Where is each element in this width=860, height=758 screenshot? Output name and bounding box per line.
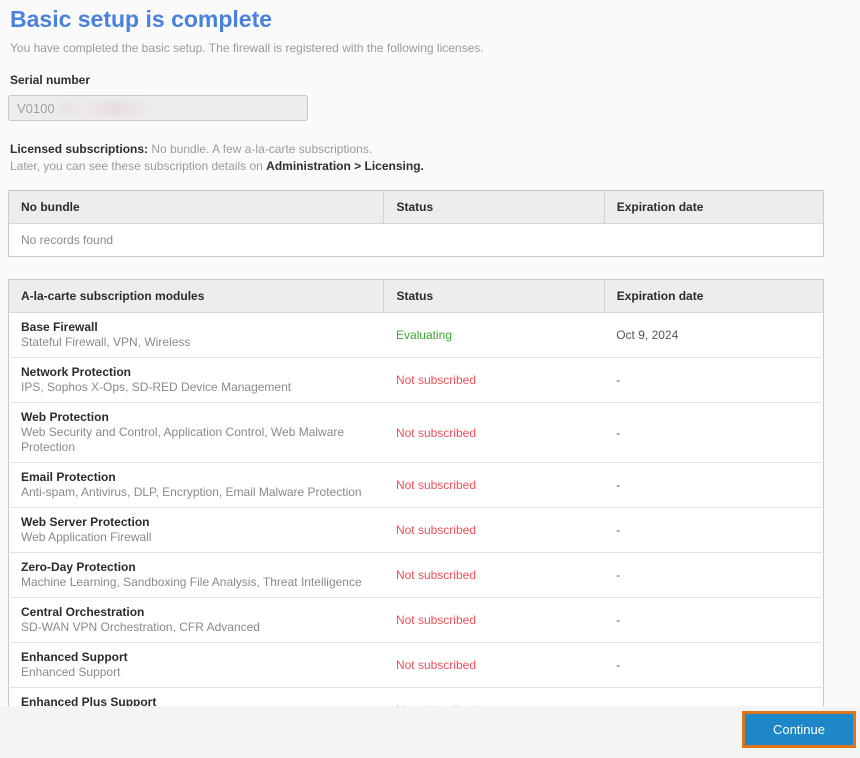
expiration-cell: - — [604, 403, 823, 463]
module-name: Web Server Protection — [21, 515, 372, 529]
licensed-subscriptions-line1: Licensed subscriptions: No bundle. A few… — [10, 141, 860, 158]
alacarte-table: A-la-carte subscription modules Status E… — [8, 279, 824, 733]
module-name: Zero-Day Protection — [21, 560, 372, 574]
module-name: Web Protection — [21, 410, 372, 424]
bundle-table-header-status: Status — [384, 191, 604, 224]
module-description: Machine Learning, Sandboxing File Analys… — [21, 575, 372, 590]
module-description: IPS, Sophos X-Ops, SD-RED Device Managem… — [21, 380, 372, 395]
module-name: Base Firewall — [21, 320, 372, 334]
alacarte-table-header-row: A-la-carte subscription modules Status E… — [9, 280, 824, 313]
status-cell: Evaluating — [384, 313, 604, 358]
expiration-cell: - — [604, 553, 823, 598]
serial-number-value: V0100 — [17, 101, 55, 116]
serial-number-redacted-blur — [58, 101, 150, 116]
setup-complete-page: Basic setup is complete You have complet… — [0, 6, 860, 733]
expiration-cell: - — [604, 358, 823, 403]
status-cell: Not subscribed — [384, 553, 604, 598]
serial-number-label: Serial number — [10, 73, 860, 87]
table-row: Network ProtectionIPS, Sophos X-Ops, SD-… — [9, 358, 824, 403]
module-description: Enhanced Support — [21, 665, 372, 680]
footer-bar: Continue — [0, 706, 860, 758]
module-cell: Email ProtectionAnti-spam, Antivirus, DL… — [9, 463, 384, 508]
page-subtitle: You have completed the basic setup. The … — [10, 41, 860, 55]
expiration-cell: - — [604, 508, 823, 553]
bundle-table: No bundle Status Expiration date No reco… — [8, 190, 824, 257]
module-cell: Enhanced SupportEnhanced Support — [9, 643, 384, 688]
licensed-subscriptions-summary: No bundle. A few a-la-carte subscription… — [148, 142, 372, 156]
page-title: Basic setup is complete — [10, 6, 860, 32]
expiration-cell: Oct 9, 2024 — [604, 313, 823, 358]
status-cell: Not subscribed — [384, 403, 604, 463]
bundle-table-header-expiration: Expiration date — [604, 191, 823, 224]
alacarte-table-header-status: Status — [384, 280, 604, 313]
module-cell: Central OrchestrationSD-WAN VPN Orchestr… — [9, 598, 384, 643]
table-row: Enhanced SupportEnhanced SupportNot subs… — [9, 643, 824, 688]
module-cell: Web ProtectionWeb Security and Control, … — [9, 403, 384, 463]
alacarte-table-header-expiration: Expiration date — [604, 280, 823, 313]
module-name: Email Protection — [21, 470, 372, 484]
module-description: Web Security and Control, Application Co… — [21, 425, 372, 455]
table-row: Base FirewallStateful Firewall, VPN, Wir… — [9, 313, 824, 358]
status-cell: Not subscribed — [384, 463, 604, 508]
alacarte-table-body: Base FirewallStateful Firewall, VPN, Wir… — [9, 313, 824, 733]
status-cell: Not subscribed — [384, 358, 604, 403]
alacarte-table-header-modules: A-la-carte subscription modules — [9, 280, 384, 313]
licensed-subscriptions-label: Licensed subscriptions: — [10, 142, 148, 156]
status-cell: Not subscribed — [384, 598, 604, 643]
module-cell: Zero-Day ProtectionMachine Learning, San… — [9, 553, 384, 598]
module-name: Central Orchestration — [21, 605, 372, 619]
module-description: Anti-spam, Antivirus, DLP, Encryption, E… — [21, 485, 372, 500]
module-description: Web Application Firewall — [21, 530, 372, 545]
bundle-table-header-name: No bundle — [9, 191, 384, 224]
module-name: Enhanced Support — [21, 650, 372, 664]
licensed-subscriptions-text: Licensed subscriptions: No bundle. A few… — [10, 141, 860, 175]
table-row: Zero-Day ProtectionMachine Learning, San… — [9, 553, 824, 598]
bundle-table-empty-row: No records found — [9, 224, 824, 257]
expiration-cell: - — [604, 598, 823, 643]
module-cell: Base FirewallStateful Firewall, VPN, Wir… — [9, 313, 384, 358]
serial-number-input: V0100 — [8, 95, 308, 121]
table-row: Web ProtectionWeb Security and Control, … — [9, 403, 824, 463]
status-cell: Not subscribed — [384, 643, 604, 688]
licensed-subscriptions-line2-prefix: Later, you can see these subscription de… — [10, 159, 266, 173]
status-cell: Not subscribed — [384, 508, 604, 553]
table-row: Central OrchestrationSD-WAN VPN Orchestr… — [9, 598, 824, 643]
no-records-found-text: No records found — [9, 224, 824, 257]
continue-button[interactable]: Continue — [742, 711, 856, 748]
module-description: Stateful Firewall, VPN, Wireless — [21, 335, 372, 350]
module-name: Network Protection — [21, 365, 372, 379]
table-row: Web Server ProtectionWeb Application Fir… — [9, 508, 824, 553]
module-cell: Network ProtectionIPS, Sophos X-Ops, SD-… — [9, 358, 384, 403]
expiration-cell: - — [604, 643, 823, 688]
table-row: Email ProtectionAnti-spam, Antivirus, DL… — [9, 463, 824, 508]
expiration-cell: - — [604, 463, 823, 508]
module-description: SD-WAN VPN Orchestration, CFR Advanced — [21, 620, 372, 635]
bundle-table-header-row: No bundle Status Expiration date — [9, 191, 824, 224]
module-cell: Web Server ProtectionWeb Application Fir… — [9, 508, 384, 553]
licensed-subscriptions-line2-path: Administration > Licensing. — [266, 159, 424, 173]
licensed-subscriptions-line2: Later, you can see these subscription de… — [10, 158, 860, 175]
